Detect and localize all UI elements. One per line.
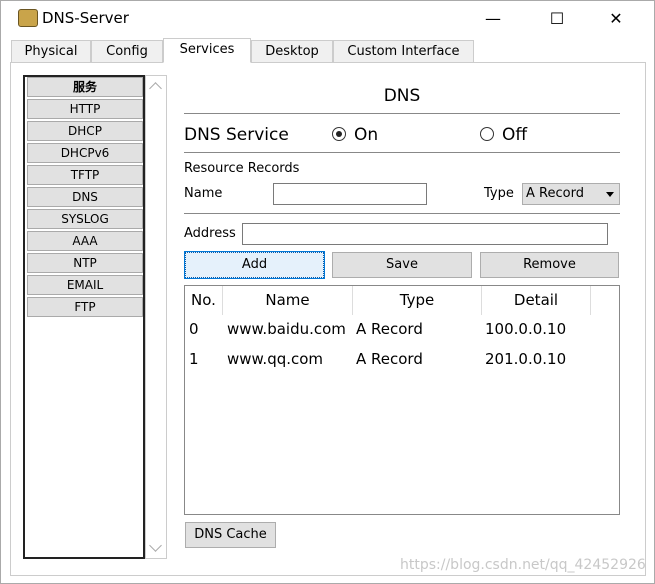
radio-on[interactable]	[332, 127, 346, 141]
close-button[interactable]: ✕	[601, 6, 631, 32]
name-label: Name	[184, 186, 223, 201]
sidebar-item-tftp[interactable]: TFTP	[27, 165, 143, 185]
on-label: On	[354, 125, 379, 145]
divider	[184, 113, 620, 114]
sidebar-item-dhcp[interactable]: DHCP	[27, 121, 143, 141]
sidebar-item-syslog[interactable]: SYSLOG	[27, 209, 143, 229]
scroll-up-icon[interactable]	[149, 82, 162, 95]
dns-service-label: DNS Service	[184, 125, 289, 145]
address-label: Address	[184, 226, 236, 241]
divider	[184, 213, 620, 214]
type-select[interactable]: A Record	[522, 183, 620, 205]
app-icon	[18, 9, 38, 27]
scrollbar[interactable]	[145, 75, 167, 559]
column-header-type[interactable]: Type	[353, 286, 482, 315]
resource-records-label: Resource Records	[184, 161, 300, 176]
table-cell: www.qq.com	[227, 350, 324, 368]
tab-physical[interactable]: Physical	[11, 40, 91, 63]
type-label: Type	[484, 186, 514, 201]
table-cell: 0	[189, 320, 199, 338]
column-header-detail[interactable]: Detail	[482, 286, 591, 315]
off-label: Off	[502, 125, 528, 145]
tab-config[interactable]: Config	[91, 40, 163, 63]
tab-custom-interface[interactable]: Custom Interface	[333, 40, 474, 63]
sidebar-item-ftp[interactable]: FTP	[27, 297, 143, 317]
table-cell: A Record	[356, 320, 423, 338]
table-cell: 201.0.0.10	[485, 350, 567, 368]
service-list: 服务 HTTP DHCP DHCPv6 TFTP DNS SYSLOG AAA NTP EMAIL…	[23, 75, 145, 559]
sidebar-item-dhcpv6[interactable]: DHCPv6	[27, 143, 143, 163]
type-select-value: A Record	[526, 186, 584, 201]
name-input[interactable]	[273, 183, 427, 205]
watermark: https://blog.csdn.net/qq_42452926	[400, 557, 646, 573]
radio-off[interactable]	[480, 127, 494, 141]
save-button[interactable]: Save	[332, 252, 472, 278]
tab-desktop[interactable]: Desktop	[251, 40, 333, 63]
sidebar-item-http[interactable]: HTTP	[27, 99, 143, 119]
scroll-down-icon[interactable]	[149, 539, 162, 552]
remove-button[interactable]: Remove	[480, 252, 619, 278]
window-title: DNS-Server	[42, 9, 129, 27]
table-cell: 1	[189, 350, 199, 368]
tab-services[interactable]: Services	[163, 38, 251, 63]
sidebar-item-dns[interactable]: DNS	[27, 187, 143, 207]
maximize-button[interactable]: ☐	[542, 6, 572, 32]
minimize-button[interactable]: —	[478, 6, 508, 32]
add-button[interactable]: Add	[184, 251, 325, 279]
table-cell: www.baidu.com	[227, 320, 346, 338]
chevron-down-icon	[606, 192, 614, 201]
sidebar-item-服务[interactable]: 服务	[27, 77, 143, 97]
table-cell: A Record	[356, 350, 423, 368]
sidebar-item-email[interactable]: EMAIL	[27, 275, 143, 295]
dns-cache-button[interactable]: DNS Cache	[185, 522, 276, 548]
address-input[interactable]	[242, 223, 608, 245]
sidebar-item-ntp[interactable]: NTP	[27, 253, 143, 273]
section-heading: DNS	[383, 86, 421, 106]
table-cell: 100.0.0.10	[485, 320, 567, 338]
sidebar-item-aaa[interactable]: AAA	[27, 231, 143, 251]
divider	[184, 152, 620, 153]
column-header-no[interactable]: No.	[185, 286, 223, 315]
column-header-name[interactable]: Name	[223, 286, 353, 315]
